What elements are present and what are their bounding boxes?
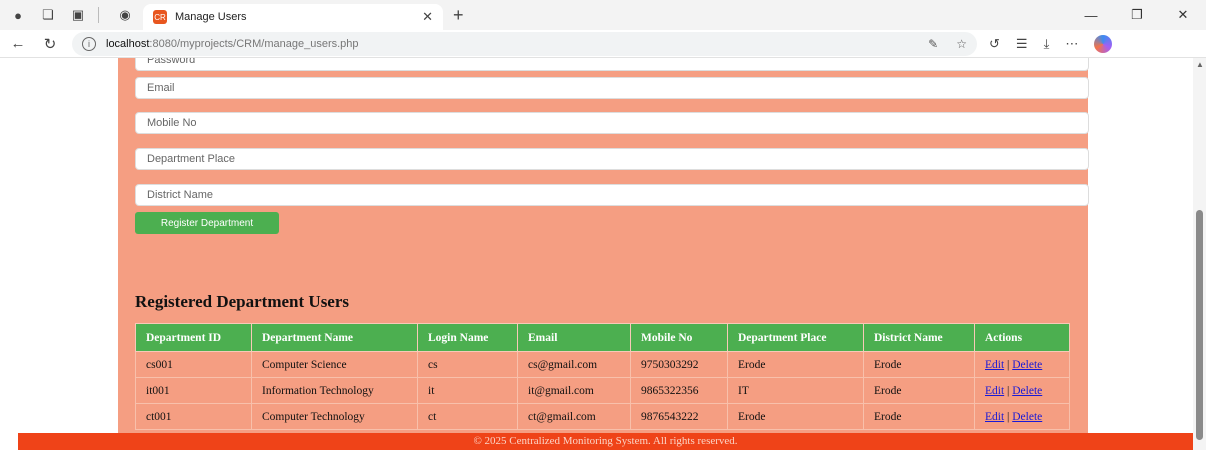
cell-actions: Edit | Delete (974, 403, 1070, 430)
favicon-icon: CR (153, 10, 167, 24)
workspaces-icon[interactable]: ❏ (36, 4, 60, 26)
table-header-row: Department ID Department Name Login Name… (135, 323, 1070, 352)
column-header: Mobile No (630, 323, 728, 352)
delete-link[interactable]: Delete (1012, 359, 1042, 371)
favorite-star-icon[interactable]: ☆ (956, 37, 967, 51)
department-place-field[interactable] (135, 148, 1089, 170)
register-department-button[interactable]: Register Department (135, 212, 279, 234)
cell-department-name: Computer Technology (251, 403, 418, 430)
edit-link[interactable]: Edit (985, 359, 1004, 371)
cell-department-place: Erode (727, 403, 864, 430)
email-field[interactable] (135, 77, 1089, 99)
cell-department-id: it001 (135, 377, 252, 404)
toolbar-icons: ↺ ☰ ⤓ ⋯ (989, 34, 1113, 53)
cell-email: cs@gmail.com (517, 351, 631, 378)
delete-link[interactable]: Delete (1012, 385, 1042, 397)
cell-actions: Edit | Delete (974, 351, 1070, 378)
minimize-icon[interactable]: — (1068, 0, 1114, 30)
site-info-icon[interactable]: i (82, 36, 96, 51)
column-header: Email (517, 323, 631, 352)
column-header: Login Name (417, 323, 518, 352)
column-header: District Name (863, 323, 975, 352)
url-actions: ✎ ☆ (928, 37, 967, 51)
cell-department-name: Information Technology (251, 377, 418, 404)
cell-department-id: cs001 (135, 351, 252, 378)
table-row: cs001 Computer Science cs cs@gmail.com 9… (135, 351, 1070, 378)
vertical-scrollbar[interactable]: ▲ (1193, 58, 1206, 450)
table-row: it001 Information Technology it it@gmail… (135, 377, 1070, 404)
back-icon[interactable]: ← (4, 32, 32, 56)
browser-tab-strip: ● ❏ ▣ ◉ CR Manage Users ✕ + — ❐ ✕ (0, 0, 1206, 30)
favorites-icon[interactable]: ☰ (1016, 36, 1028, 52)
url-host: localhost (106, 37, 150, 50)
district-name-field[interactable] (135, 184, 1089, 206)
users-table: Department ID Department Name Login Name… (135, 323, 1070, 430)
new-tab-icon[interactable]: + (453, 5, 464, 26)
table-row: ct001 Computer Technology ct ct@gmail.co… (135, 403, 1070, 430)
mobile-field[interactable] (135, 112, 1089, 134)
cell-mobile: 9876543222 (630, 403, 728, 430)
address-bar-row: ← ↻ i localhost:8080/myprojects/CRM/mana… (0, 30, 1206, 58)
column-header: Department Name (251, 323, 418, 352)
cell-district-name: Erode (863, 351, 975, 378)
cell-department-place: IT (727, 377, 864, 404)
scroll-up-icon[interactable]: ▲ (1196, 60, 1204, 69)
window-controls: — ❐ ✕ (1068, 0, 1206, 30)
cell-department-id: ct001 (135, 403, 252, 430)
column-header: Actions (974, 323, 1070, 352)
tab-title: Manage Users (175, 11, 247, 23)
url-input[interactable]: i localhost:8080/myprojects/CRM/manage_u… (72, 31, 977, 56)
browser-tab-manage-users[interactable]: CR Manage Users ✕ (143, 4, 443, 30)
column-header: Department Place (727, 323, 864, 352)
cell-email: ct@gmail.com (517, 403, 631, 430)
window-close-icon[interactable]: ✕ (1160, 0, 1206, 30)
cell-actions: Edit | Delete (974, 377, 1070, 404)
read-aloud-icon[interactable]: ✎ (928, 37, 938, 51)
browser-icon[interactable]: ◉ (113, 4, 137, 26)
delete-link[interactable]: Delete (1012, 411, 1042, 423)
cell-email: it@gmail.com (517, 377, 631, 404)
column-header: Department ID (135, 323, 252, 352)
divider (98, 7, 99, 23)
refresh-icon[interactable]: ↻ (36, 32, 64, 56)
edit-link[interactable]: Edit (985, 411, 1004, 423)
registered-users-card: Registered Department Users Department I… (118, 270, 1088, 450)
page-viewport: Register Department Registered Departmen… (0, 58, 1193, 450)
table-title: Registered Department Users (135, 292, 350, 311)
url-path: :8080/myprojects/CRM/manage_users.php (149, 37, 359, 50)
cell-department-place: Erode (727, 351, 864, 378)
scroll-thumb[interactable] (1196, 210, 1203, 440)
cell-district-name: Erode (863, 403, 975, 430)
cell-mobile: 9750303292 (630, 351, 728, 378)
edit-link[interactable]: Edit (985, 385, 1004, 397)
password-field[interactable] (135, 58, 1089, 71)
profile-icon[interactable]: ● (6, 4, 30, 26)
cell-mobile: 9865322356 (630, 377, 728, 404)
more-options-icon[interactable]: ⋯ (1065, 36, 1078, 52)
copilot-icon[interactable] (1094, 34, 1113, 53)
extensions-icon[interactable]: ↺ (989, 36, 1000, 52)
tab-actions-icon[interactable]: ▣ (66, 4, 90, 26)
cell-login-name: it (417, 377, 518, 404)
cell-login-name: cs (417, 351, 518, 378)
cell-department-name: Computer Science (251, 351, 418, 378)
cell-login-name: ct (417, 403, 518, 430)
page-footer: © 2025 Centralized Monitoring System. Al… (18, 433, 1193, 450)
cell-district-name: Erode (863, 377, 975, 404)
restore-icon[interactable]: ❐ (1114, 0, 1160, 30)
close-tab-icon[interactable]: ✕ (422, 9, 433, 25)
downloads-icon[interactable]: ⤓ (1044, 36, 1050, 52)
